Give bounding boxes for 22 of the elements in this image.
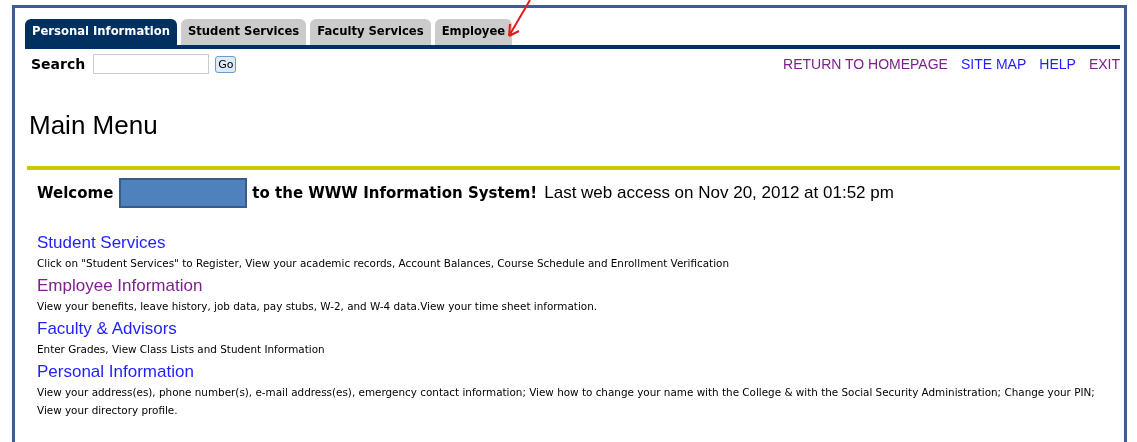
nav-link[interactable]: HELP [1039, 56, 1076, 72]
menu-link[interactable]: Faculty & Advisors [37, 319, 177, 338]
menu-description: Click on "Student Services" to Register, View your academic records, Account Balances, Course Schedule and Enrollment Verification [37, 256, 730, 271]
menu-description: Enter Grades, View Class Lists and Student Information [37, 342, 326, 357]
tab[interactable]: Student Services [180, 19, 307, 45]
menu-link[interactable]: Personal Information [37, 362, 194, 381]
search-label: Search [31, 56, 86, 72]
welcome-message: to the WWW Information System! [252, 184, 538, 202]
welcome-text: Welcome [37, 184, 114, 202]
menu-link[interactable]: Student Services [37, 233, 166, 252]
menu-description: View your benefits, leave history, job data, pay stubs, W-2, and W-4 data.View your time sheet information. [37, 299, 599, 314]
tab[interactable]: Employee [434, 19, 513, 45]
go-button[interactable]: Go [215, 55, 237, 73]
nav-link[interactable]: EXIT [1088, 56, 1120, 72]
tab[interactable]: Faculty Services [310, 19, 431, 45]
menu-description: View your address(es), phone number(s), e-mail address(es), emergency contact information; View how to change your name with the College & with the Social Security Administration; Change your PIN; View your directory profile. [37, 385, 1096, 418]
menu-link[interactable]: Employee Information [37, 276, 203, 295]
nav-link[interactable]: RETURN TO HOMEPAGE [783, 56, 948, 72]
page-title: Main Menu [29, 109, 159, 141]
nav-link[interactable]: SITE MAP [960, 56, 1027, 72]
tab[interactable]: Personal Information [25, 19, 177, 45]
last-access-text: Last web access on Nov 20, 2012 at 01:52 pm [544, 183, 894, 203]
